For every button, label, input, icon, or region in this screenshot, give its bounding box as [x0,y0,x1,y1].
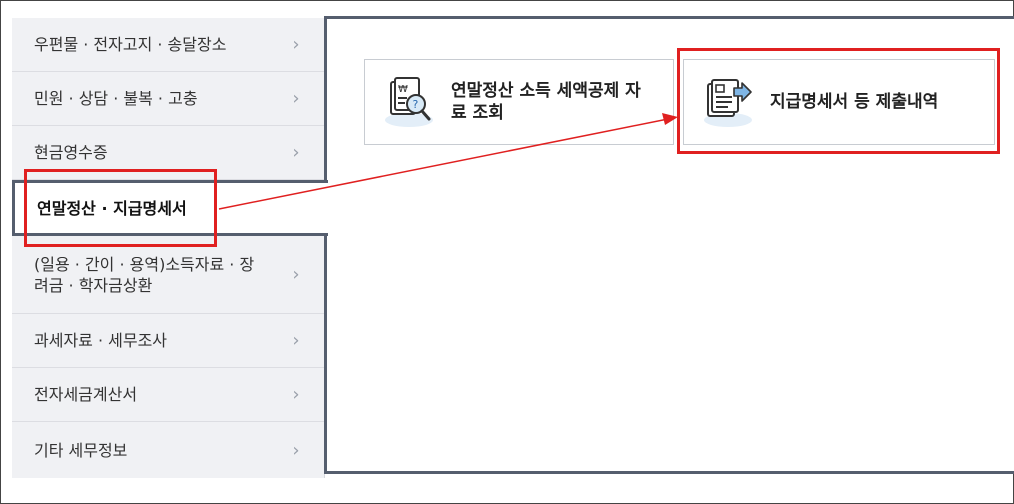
highlight-box-sidebar [24,169,217,247]
svg-text:?: ? [413,98,419,111]
sidebar-item-mail[interactable]: 우편물 · 전자고지 · 송달장소 › [12,18,324,72]
sidebar-item-civil-complaint[interactable]: 민원 · 상담 · 불복 · 고충 › [12,72,324,126]
sidebar-item-label: (일용 · 간이 · 용역)소득자료 · 장려금 · 학자금상환 [34,254,255,295]
sidebar-item-other-tax-info[interactable]: 기타 세무정보 › [12,422,324,478]
highlight-box-card [677,48,1000,154]
chevron-right-icon: › [292,330,300,351]
card-title: 연말정산 소득 세액공제 자료 조회 [451,81,641,123]
sidebar-item-label: 우편물 · 전자고지 · 송달장소 [34,35,227,54]
sidebar-item-income-data[interactable]: (일용 · 간이 · 용역)소득자료 · 장려금 · 학자금상환 › [12,236,324,314]
chevron-right-icon: › [292,88,300,109]
chevron-right-icon: › [292,34,300,55]
sidebar-item-label: 민원 · 상담 · 불복 · 고충 [34,89,198,108]
sidebar-item-e-tax-invoice[interactable]: 전자세금계산서 › [12,368,324,422]
chevron-right-icon: › [292,264,300,285]
card-deduction-lookup[interactable]: ₩ ? 연말정산 소득 세액공제 자료 조회 [364,59,674,145]
sidebar-item-label: 전자세금계산서 [34,385,138,404]
chevron-right-icon: › [292,142,300,163]
sidebar-item-label: 과세자료 · 세무조사 [34,331,168,350]
sidebar-item-tax-audit[interactable]: 과세자료 · 세무조사 › [12,314,324,368]
document-search-icon: ₩ ? [385,77,433,127]
sidebar-item-label: 기타 세무정보 [34,440,128,460]
chevron-right-icon: › [292,384,300,405]
sidebar-menu: 우편물 · 전자고지 · 송달장소 › 민원 · 상담 · 불복 · 고충 › … [12,18,328,478]
sidebar-item-label: 현금영수증 [34,143,108,162]
svg-text:₩: ₩ [398,84,408,95]
chevron-right-icon: › [292,439,300,461]
